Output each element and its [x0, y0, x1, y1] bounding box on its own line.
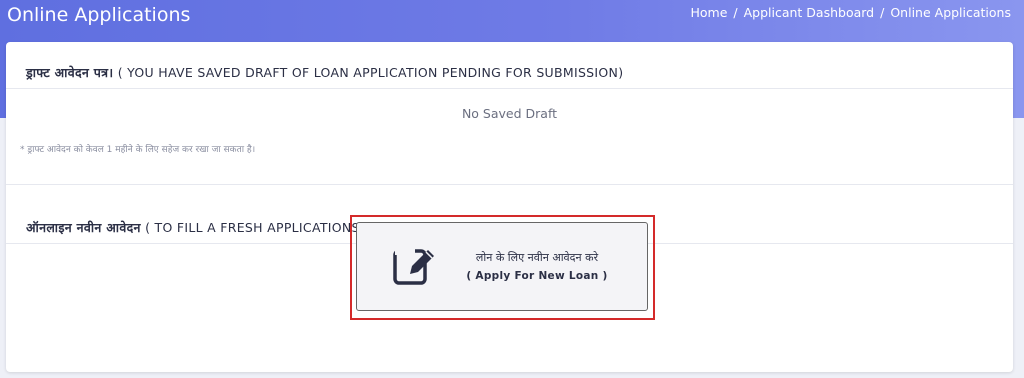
- edit-icon: [393, 249, 434, 285]
- applications-card: ड्राफ्ट आवेदन पत्र। ( YOU HAVE SAVED DRA…: [6, 42, 1013, 372]
- apply-button-label: लोन के लिए नवीन आवेदन करे ( Apply For Ne…: [452, 250, 622, 282]
- page-title: Online Applications: [7, 4, 191, 26]
- apply-new-loan-button[interactable]: लोन के लिए नवीन आवेदन करे ( Apply For Ne…: [356, 222, 648, 311]
- new-heading-english: ( TO FILL A FRESH APPLICATIONS ): [145, 220, 370, 235]
- divider: [6, 88, 1013, 89]
- draft-section-heading: ड्राफ्ट आवेदन पत्र। ( YOU HAVE SAVED DRA…: [26, 64, 623, 81]
- apply-label-hindi: लोन के लिए नवीन आवेदन करे: [475, 251, 599, 264]
- breadcrumb-separator: /: [880, 5, 885, 20]
- apply-label-english: ( Apply For New Loan ): [466, 270, 608, 282]
- new-heading-hindi: ऑनलाइन नवीन आवेदन: [26, 220, 141, 235]
- breadcrumb: Home / Applicant Dashboard / Online Applicat…: [690, 5, 1011, 20]
- no-saved-draft-message: No Saved Draft: [461, 106, 558, 121]
- draft-footnote: * ड्राफ्ट आवेदन को केवल 1 महीने के लिए स…: [20, 145, 256, 155]
- breadcrumb-current: Online Applications: [890, 5, 1011, 20]
- draft-heading-english: ( YOU HAVE SAVED DRAFT OF LOAN APPLICATI…: [117, 65, 624, 80]
- breadcrumb-home[interactable]: Home: [690, 5, 727, 20]
- draft-heading-hindi: ड्राफ्ट आवेदन पत्र।: [26, 65, 114, 80]
- breadcrumb-separator: /: [733, 5, 738, 20]
- divider: [6, 184, 1013, 185]
- new-application-heading: ऑनलाइन नवीन आवेदन ( TO FILL A FRESH APPL…: [26, 219, 369, 236]
- breadcrumb-applicant-dashboard[interactable]: Applicant Dashboard: [744, 5, 875, 20]
